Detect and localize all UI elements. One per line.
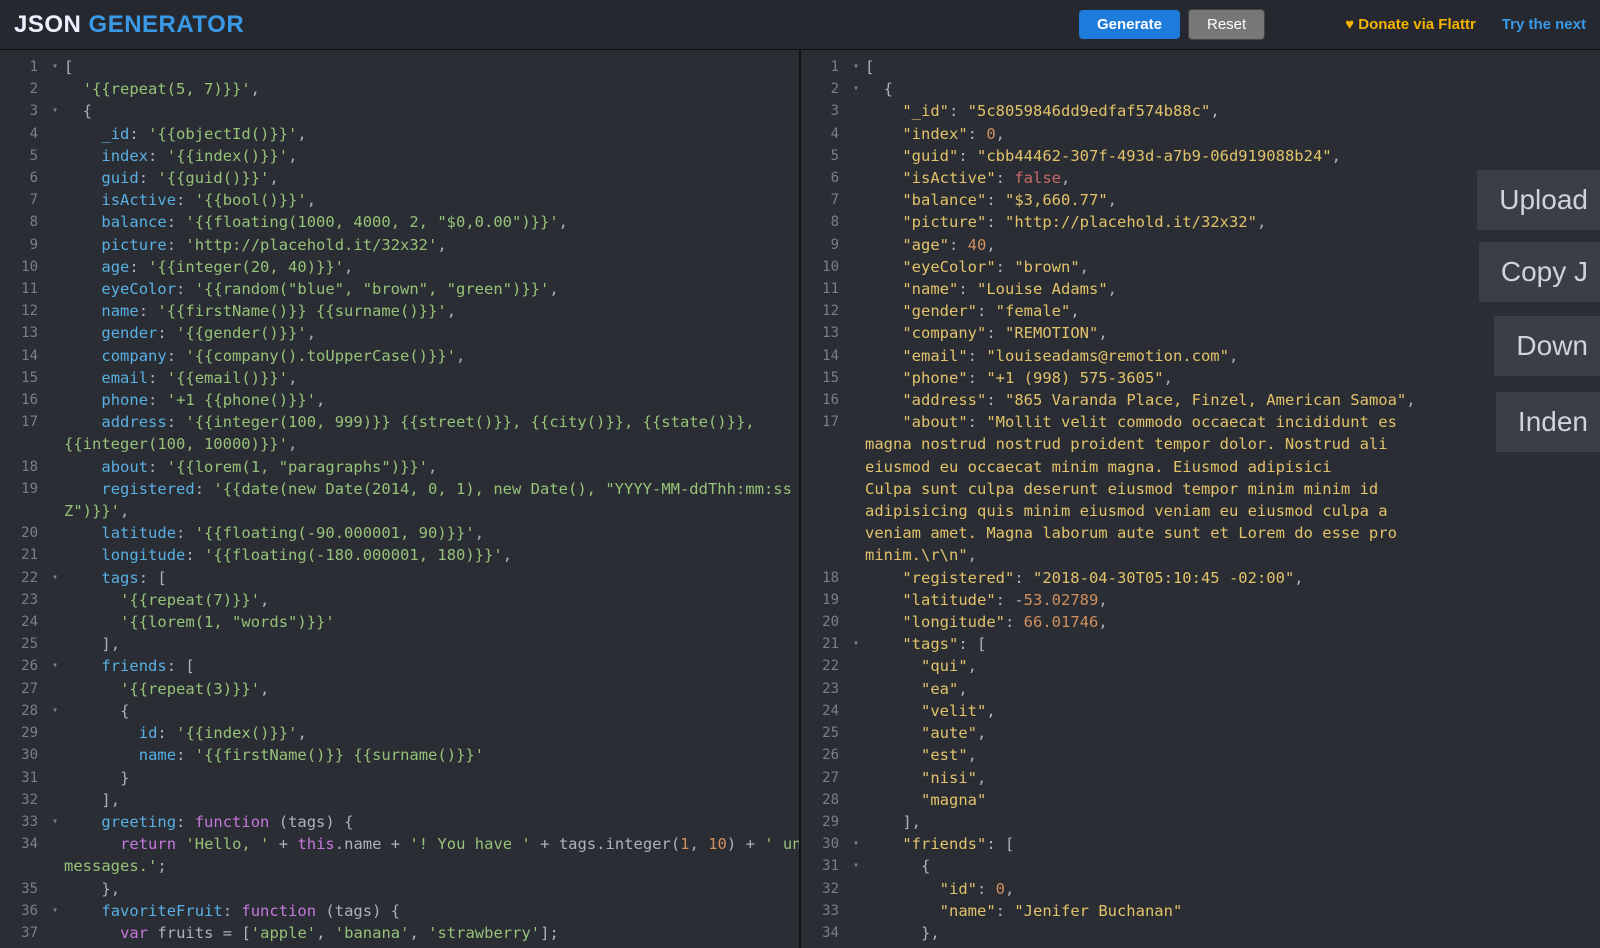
template-code[interactable]: [ '{{repeat(5, 7)}}', { _id: '{{objectId… (64, 50, 799, 948)
output-editor[interactable]: 1234567891011121314151617 18192021222324… (799, 50, 1600, 948)
logo: JSON GENERATOR (14, 11, 244, 39)
upload-button[interactable]: Upload (1477, 170, 1600, 230)
reset-button[interactable]: Reset (1188, 9, 1265, 40)
generate-button[interactable]: Generate (1079, 10, 1180, 39)
try-next-link[interactable]: Try the next (1502, 16, 1586, 33)
copy-json-button[interactable]: Copy J (1479, 242, 1600, 302)
header: JSON GENERATOR Generate Reset ♥ Donate v… (0, 0, 1600, 50)
download-button[interactable]: Down (1494, 316, 1600, 376)
editor-panes: 1234567891011121314151617 1819 202122232… (0, 50, 1600, 948)
indent-button[interactable]: Inden (1496, 392, 1600, 452)
template-editor[interactable]: 1234567891011121314151617 1819 202122232… (0, 50, 799, 948)
donate-link[interactable]: ♥ Donate via Flattr (1345, 16, 1476, 33)
